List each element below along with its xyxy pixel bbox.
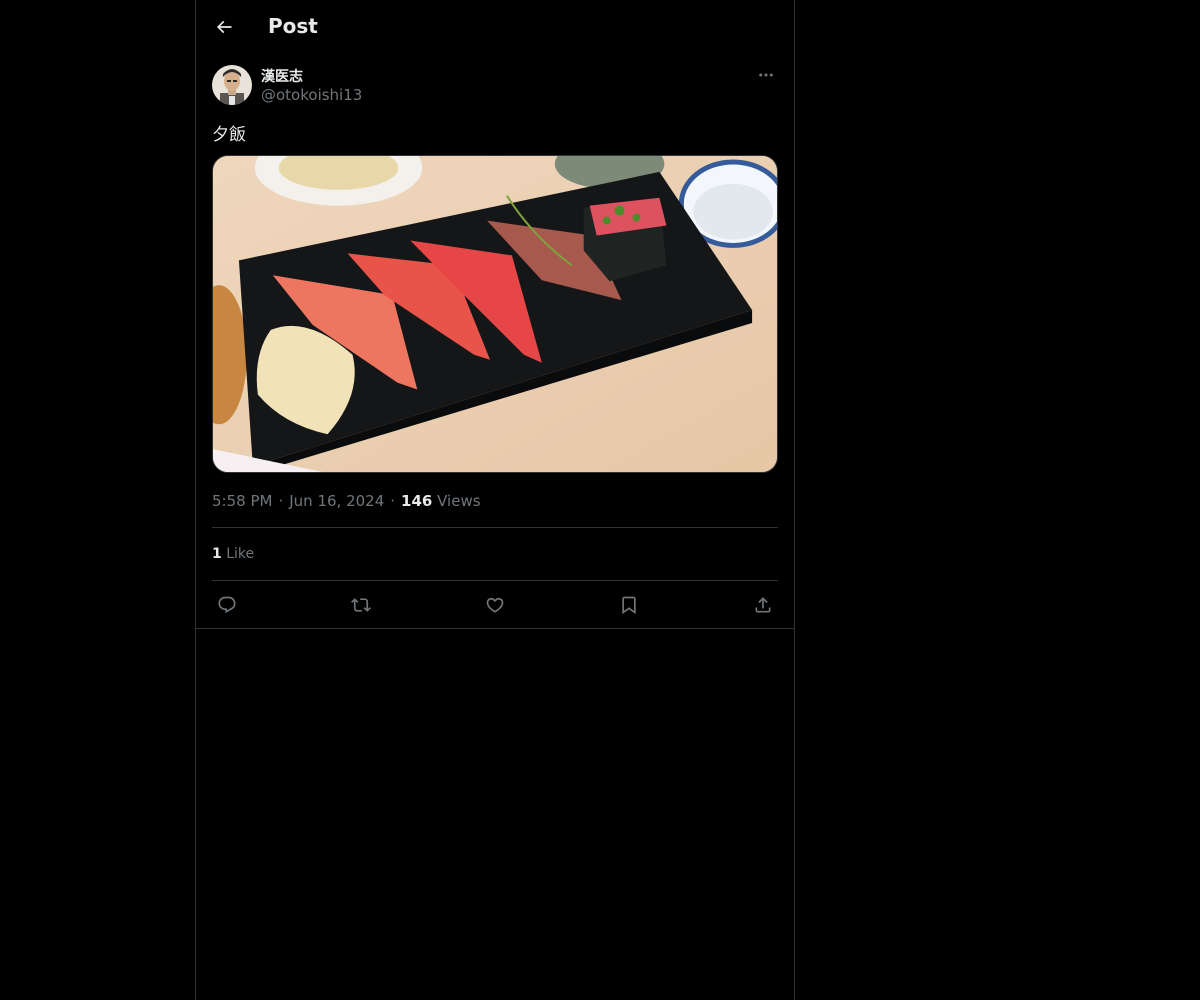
share-icon — [755, 597, 771, 613]
divider — [196, 628, 794, 629]
meta-separator: · — [278, 492, 284, 510]
author-handle[interactable]: @otokoishi13 — [261, 86, 362, 104]
heart-icon — [486, 597, 504, 613]
more-dots-icon — [759, 73, 773, 77]
post-author: 漢医志 @otokoishi13 — [212, 64, 778, 108]
bookmark-button[interactable] — [614, 590, 644, 620]
more-button[interactable] — [754, 64, 778, 86]
avatar[interactable] — [212, 65, 252, 105]
divider — [212, 527, 778, 528]
sushi-photo — [213, 156, 777, 472]
post-image[interactable] — [212, 155, 778, 473]
post-meta: 5:58 PM · Jun 16, 2024 · 146 Views — [212, 492, 481, 510]
action-bar — [212, 590, 778, 620]
divider — [212, 580, 778, 581]
post-text: 夕飯 — [212, 125, 246, 145]
share-button[interactable] — [748, 590, 778, 620]
views-count: 146 — [401, 492, 433, 510]
post-header: Post — [196, 0, 794, 54]
repost-button[interactable] — [346, 590, 376, 620]
meta-separator: · — [390, 492, 396, 510]
likes-count: 1 — [212, 546, 222, 562]
like-button[interactable] — [480, 590, 510, 620]
likes-label: Like — [226, 546, 255, 562]
likes-link[interactable]: 1 Like — [212, 546, 254, 562]
reply-icon — [218, 596, 236, 614]
reply-button[interactable] — [212, 590, 242, 620]
arrow-left-icon — [216, 20, 232, 34]
author-display-name[interactable]: 漢医志 — [261, 66, 303, 86]
page-title: Post — [268, 14, 318, 38]
back-button[interactable] — [208, 11, 240, 43]
post-time[interactable]: 5:58 PM — [212, 492, 272, 510]
post-column: Post 漢医志 @otokoishi13 夕飯 5:58 PM · Jun 1… — [195, 0, 795, 1000]
post-date[interactable]: Jun 16, 2024 — [289, 492, 384, 510]
bookmark-icon — [622, 596, 636, 615]
views-label: Views — [437, 492, 481, 510]
repost-icon — [351, 598, 371, 612]
